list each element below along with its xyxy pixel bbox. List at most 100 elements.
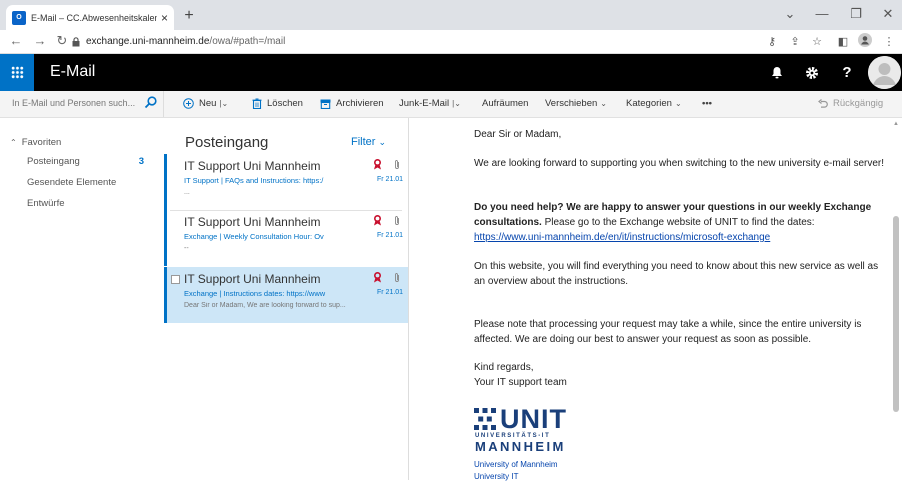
help-icon[interactable]: ? (830, 54, 864, 91)
exchange-link[interactable]: https://www.uni-mannheim.de/en/it/instru… (474, 232, 770, 243)
email-paragraph: We are looking forward to supporting you… (474, 158, 885, 169)
gear-icon[interactable] (795, 54, 829, 91)
search-box[interactable]: In E-Mail und Personen such... (0, 91, 164, 117)
browser-tab-title: E-Mail – CC.Abwesenheitskalender (31, 12, 157, 23)
ribbon-flag-icon[interactable] (373, 272, 382, 283)
reading-pane-scrollbar[interactable] (893, 216, 899, 412)
sidepanel-icon[interactable]: ◧ (836, 35, 850, 48)
sweep-label: Aufräumen (482, 98, 529, 109)
search-input[interactable]: In E-Mail und Personen such... (12, 98, 142, 108)
email-greeting: Dear Sir or Madam, (474, 129, 562, 140)
message-subject: Exchange | Instructions dates: https://w… (184, 289, 326, 298)
command-bar: In E-Mail und Personen such... Neu |⌄ Lö… (0, 91, 902, 118)
email-paragraph: Please note that processing your request… (474, 319, 862, 345)
filter-label: Filter (351, 136, 376, 148)
restore-window-icon[interactable]: ❐ (846, 6, 866, 22)
key-icon[interactable]: ⚷ (765, 35, 779, 48)
browser-menu-icon[interactable]: ⋮ (882, 35, 896, 48)
unread-indicator (164, 267, 167, 323)
scroll-up-icon[interactable]: ▲ (893, 121, 899, 127)
outlook-favicon-icon: O (12, 10, 26, 25)
lock-icon[interactable] (72, 37, 80, 47)
message-item-selected[interactable]: IT Support Uni Mannheim Exchange | Instr… (164, 267, 408, 323)
message-sender: IT Support Uni Mannheim (184, 215, 321, 229)
message-date: Fr 21.01 (377, 232, 404, 239)
ribbon-flag-icon[interactable] (373, 215, 382, 226)
new-dropdown-chevron-icon[interactable]: |⌄ (219, 99, 228, 108)
paperclip-icon (394, 272, 400, 283)
unit-logo-mark-icon (474, 408, 496, 430)
favorites-label: Favoriten (21, 137, 62, 148)
minimize-window-icon[interactable]: — (812, 6, 832, 21)
categories-chevron-icon: ⌄ (674, 99, 682, 108)
reload-icon[interactable]: ↻ (54, 33, 70, 49)
favorites-header[interactable]: ⌃ Favoriten (10, 137, 61, 148)
new-tab-icon[interactable]: + (181, 7, 197, 25)
email-help-text: Please go to the Exchange website of UNI… (541, 217, 815, 228)
filter-chevron-icon: ⌄ (378, 137, 387, 147)
browser-tab-strip: O E-Mail – CC.Abwesenheitskalender × + ⌄… (0, 0, 902, 30)
tab-search-chevron-icon[interactable]: ⌄ (780, 6, 800, 22)
archive-button[interactable]: Archivieren (320, 98, 384, 109)
message-sender: IT Support Uni Mannheim (184, 272, 321, 286)
message-preview: Dear Sir or Madam, We are looking forwar… (184, 302, 346, 309)
url-path: /owa/#path=/mail (209, 36, 286, 47)
filter-button[interactable]: Filter ⌄ (351, 136, 386, 148)
close-window-icon[interactable]: ✕ (878, 6, 898, 22)
message-preview: ... (184, 189, 190, 196)
more-actions-button[interactable]: ••• (702, 98, 712, 109)
message-date: Fr 21.01 (377, 176, 404, 183)
email-signoff: Your IT support team (474, 377, 567, 388)
url-host: exchange.uni-mannheim.de (86, 36, 210, 47)
sweep-button[interactable]: Aufräumen (482, 98, 528, 109)
forward-arrow-icon[interactable]: → (32, 33, 48, 48)
message-sender: IT Support Uni Mannheim (184, 159, 321, 173)
select-checkbox[interactable] (171, 275, 180, 284)
bookmark-star-icon[interactable]: ☆ (810, 35, 824, 48)
new-label: Neu (199, 98, 217, 109)
browser-tab[interactable]: O E-Mail – CC.Abwesenheitskalender × (6, 5, 174, 30)
categories-button[interactable]: Kategorien ⌄ (626, 98, 682, 109)
url-field[interactable]: exchange.uni-mannheim.de/owa/#path=/mail (86, 36, 285, 47)
move-chevron-icon: ⌄ (600, 99, 607, 108)
close-tab-icon[interactable]: × (161, 11, 168, 25)
move-label: Verschieben (545, 98, 598, 109)
signature-line: University of Mannheim (474, 460, 558, 469)
message-list: Posteingang Filter ⌄ IT Support Uni Mann… (164, 118, 409, 480)
unread-count-badge: 3 (138, 156, 144, 167)
message-preview: -- (184, 245, 189, 252)
junk-dropdown-chevron-icon[interactable]: |⌄ (452, 99, 461, 108)
list-title: Posteingang (185, 134, 269, 151)
archive-icon (320, 99, 331, 109)
owa-top-bar: E-Mail ? (0, 54, 902, 91)
folder-item-sent[interactable]: Gesendete Elemente (27, 177, 116, 188)
folder-item-drafts[interactable]: Entwürfe (27, 198, 65, 209)
profile-icon[interactable] (858, 33, 872, 47)
paperclip-icon (394, 215, 400, 226)
folder-pane: ⌃ Favoriten Posteingang 3 Gesendete Eleme… (0, 118, 164, 480)
plus-circle-icon (183, 98, 194, 109)
undo-button[interactable]: Rückgängig (818, 98, 883, 109)
email-closing: Kind regards, (474, 362, 534, 373)
categories-label: Kategorien (626, 98, 672, 109)
app-launcher-icon[interactable] (0, 54, 34, 91)
trash-icon (252, 98, 262, 109)
new-button[interactable]: Neu |⌄ (183, 98, 228, 109)
undo-label: Rückgängig (833, 98, 884, 109)
junk-label: Junk-E-Mail (399, 98, 450, 109)
ribbon-flag-icon[interactable] (373, 159, 382, 170)
delete-button[interactable]: Löschen (252, 98, 303, 109)
message-item[interactable]: IT Support Uni Mannheim IT Support | FAQ… (164, 154, 408, 210)
collapse-chevron-icon: ⌃ (10, 138, 17, 147)
junk-email-button[interactable]: Junk-E-Mail |⌄ (399, 98, 461, 109)
paperclip-icon (394, 159, 400, 170)
folder-item-inbox[interactable]: Posteingang 3 (27, 156, 144, 167)
search-icon[interactable] (144, 96, 157, 109)
bell-icon[interactable] (760, 54, 794, 91)
move-button[interactable]: Verschieben ⌄ (545, 98, 607, 109)
message-item[interactable]: IT Support Uni Mannheim Exchange | Weekl… (164, 210, 408, 266)
unread-indicator (164, 210, 167, 266)
avatar[interactable] (868, 56, 901, 89)
share-icon[interactable]: ⇪ (788, 35, 802, 48)
back-arrow-icon[interactable]: ← (8, 33, 24, 48)
